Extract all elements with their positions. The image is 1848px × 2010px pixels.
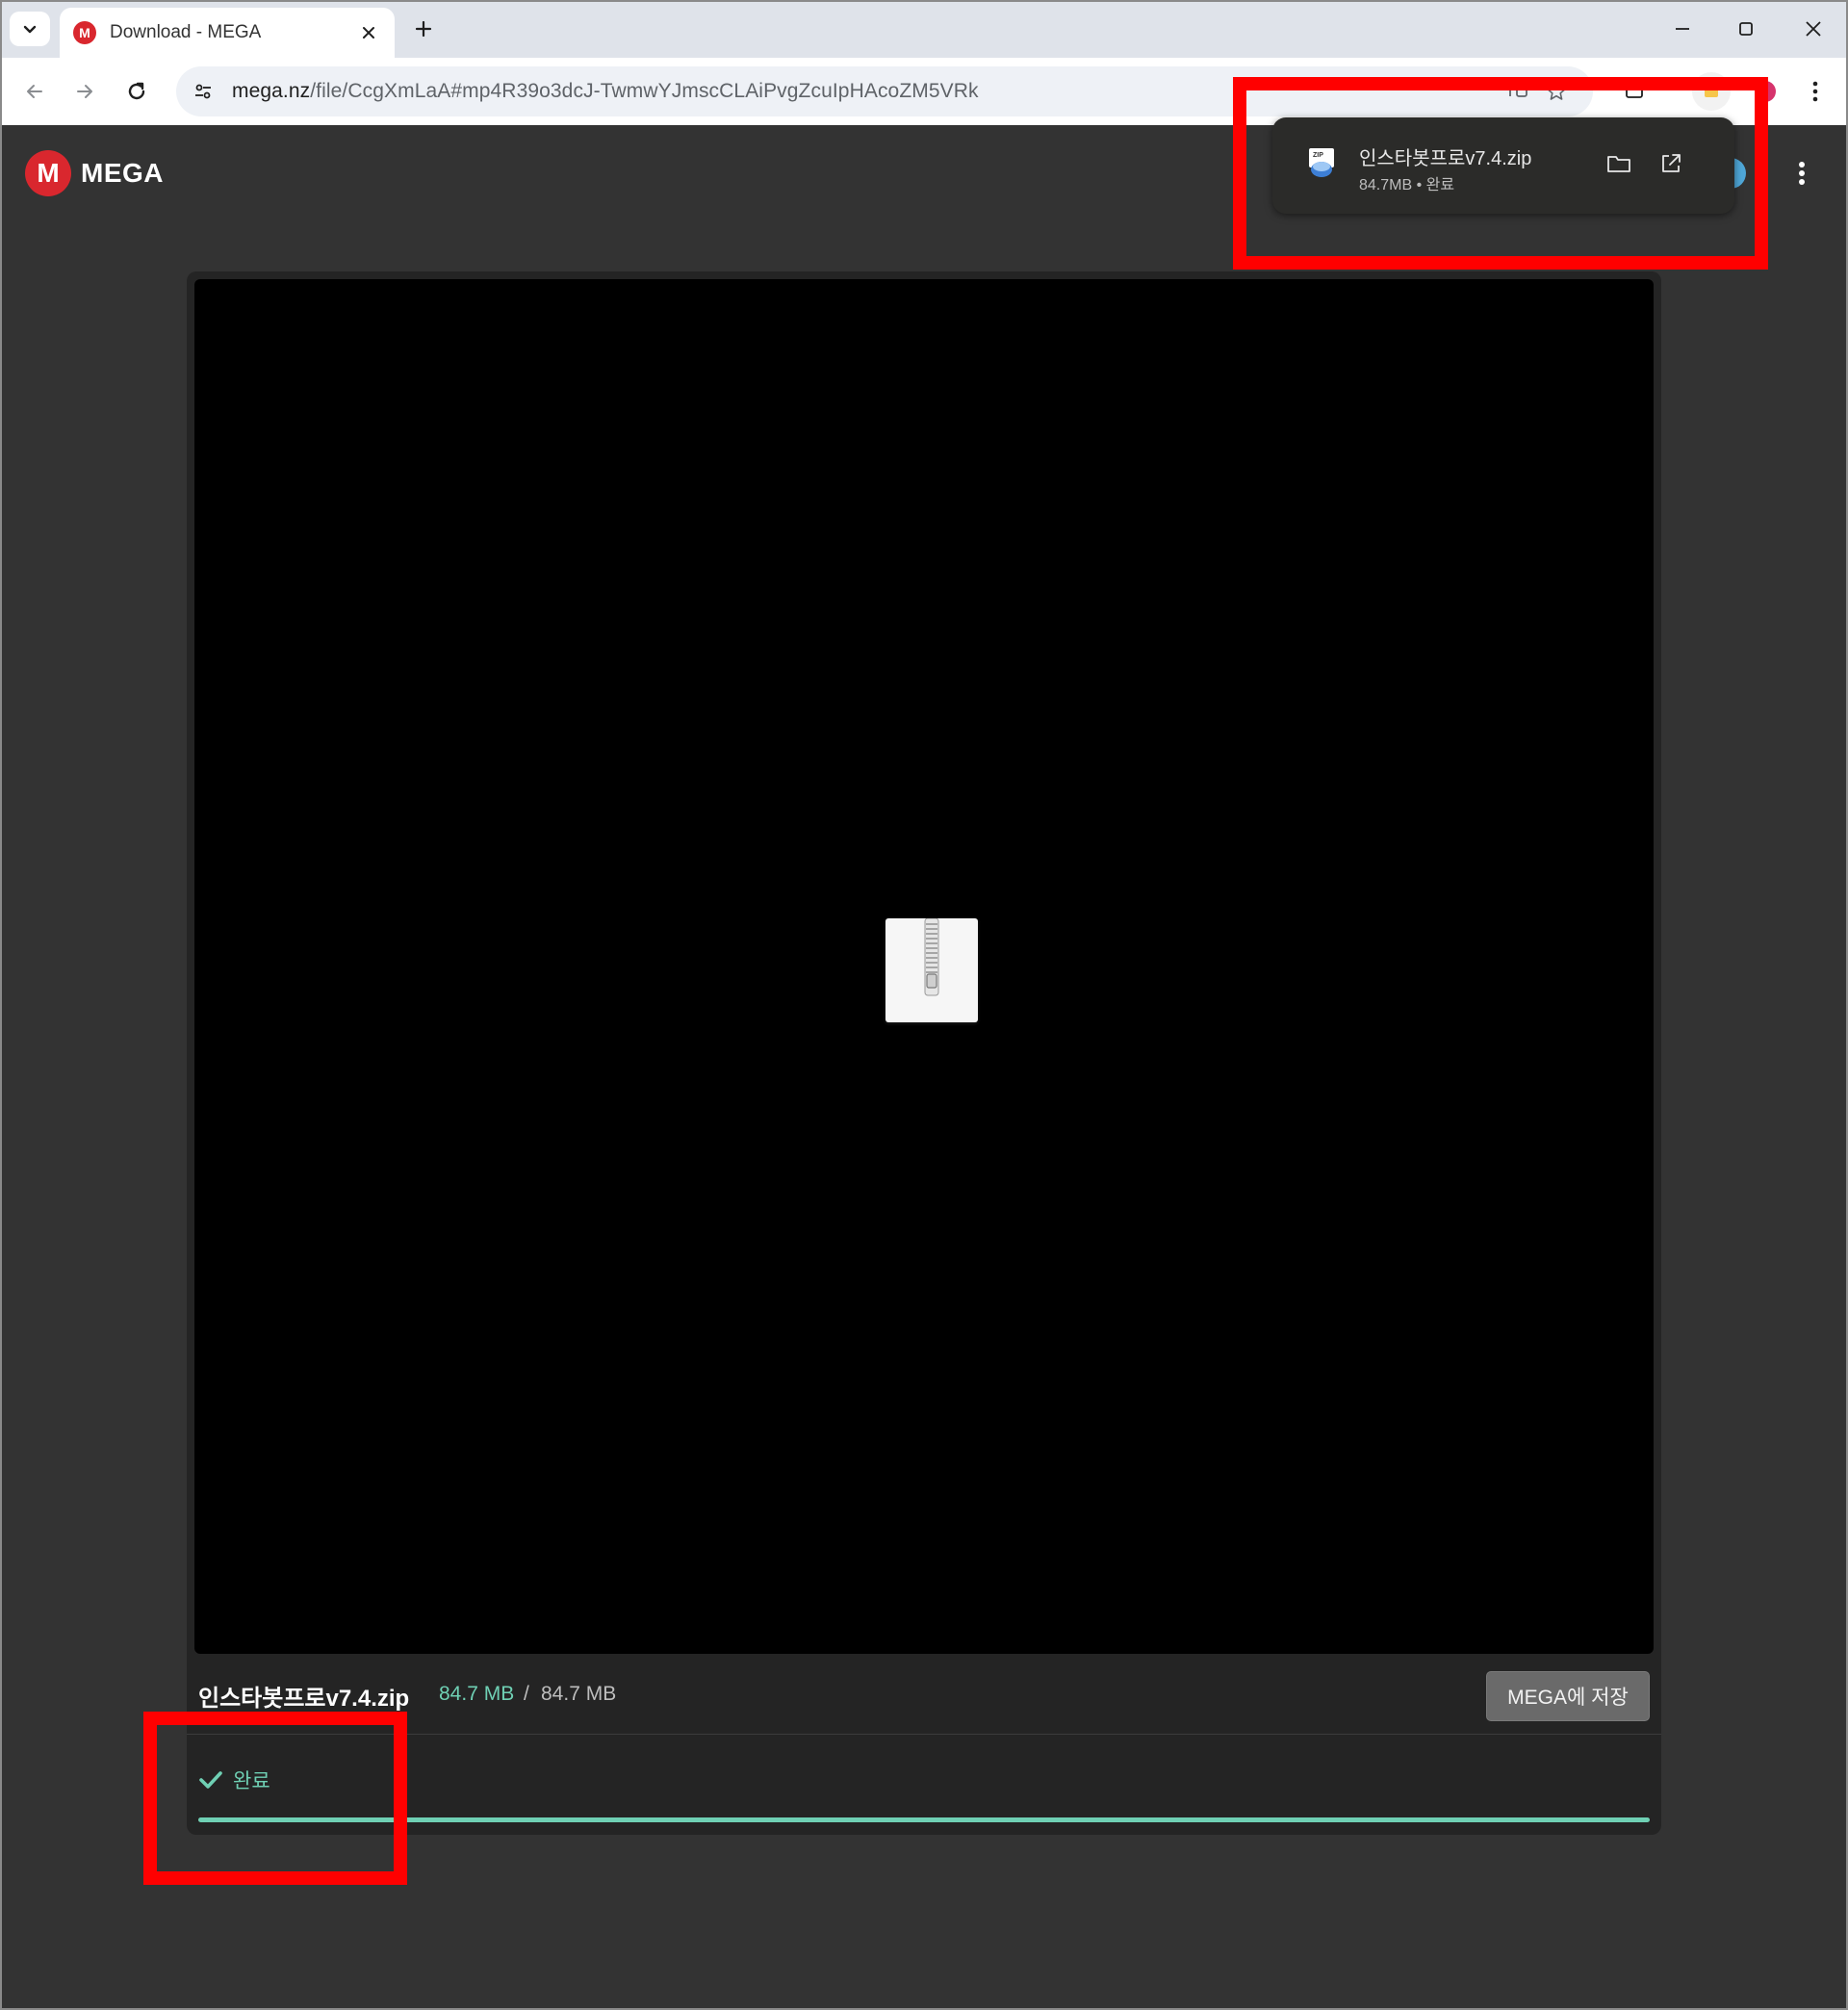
open-external-icon [1662, 154, 1681, 172]
mega-favicon-icon: M [73, 21, 96, 44]
mega-logo-text: MEGA [81, 158, 164, 188]
status-text: 완료 [233, 1770, 270, 1792]
mega-logo-icon: M [25, 150, 71, 196]
url-text[interactable]: mega.nz/file/CcgXmLaA#mp4R39o3dcJ-TwmwYJ… [232, 80, 979, 103]
window-icon [1626, 85, 1643, 98]
new-tab-button[interactable] [404, 12, 443, 46]
file-viewer: 인스타봇프로v7.4.zip 84.7 MB / 84.7 MB MEGA에 저… [187, 271, 1661, 1835]
file-preview [194, 279, 1654, 1654]
zip-file-icon [886, 917, 978, 1022]
zip-archive-icon-label: ZIP [1313, 152, 1323, 159]
download-progress-fill [198, 1817, 1650, 1822]
minimize-button[interactable] [1654, 6, 1711, 52]
chevron-down-icon [23, 25, 37, 34]
translate-button[interactable] [1502, 78, 1529, 105]
folder-icon [1607, 156, 1630, 172]
downloaded-size: 84.7 MB [439, 1683, 515, 1705]
url-host: mega.nz [232, 80, 311, 102]
arrow-right-icon [77, 85, 92, 98]
download-bubble: ZIP 인스타봇프로v7.4.zip 84.7MB • 완료 [1272, 117, 1734, 214]
file-info-bar: 인스타봇프로v7.4.zip 84.7 MB / 84.7 MB MEGA에 저… [187, 1654, 1661, 1735]
forward-button[interactable] [64, 70, 106, 113]
size-separator: / [524, 1683, 529, 1705]
extension-button[interactable] [1692, 72, 1731, 111]
check-icon [199, 1771, 222, 1789]
back-button[interactable] [13, 70, 56, 113]
save-to-mega-button[interactable]: MEGA에 저장 [1486, 1671, 1650, 1721]
maximize-button[interactable] [1717, 6, 1775, 52]
kebab-icon [1799, 162, 1805, 185]
close-icon [363, 27, 374, 39]
total-size: 84.7 MB [541, 1683, 617, 1705]
avatar-icon [1755, 81, 1776, 102]
plus-icon [415, 20, 432, 38]
reload-icon [128, 82, 145, 100]
tab-active[interactable]: M Download - MEGA [60, 8, 395, 58]
profile-button[interactable] [1746, 72, 1784, 111]
star-icon [1547, 82, 1566, 100]
download-status-text: 완료 [1425, 177, 1455, 193]
url-path: /file/CcgXmLaA#mp4R39o3dcJ-TwmwYJmscCLAi… [310, 80, 979, 102]
close-window-button[interactable] [1784, 6, 1842, 52]
download-file-meta: 84.7MB • 완료 [1359, 171, 1454, 194]
download-status: 완료 [198, 1765, 270, 1794]
mega-logo[interactable]: M MEGA [25, 150, 164, 196]
browser-menu-button[interactable] [1796, 72, 1835, 111]
mega-menu-button[interactable] [1784, 152, 1819, 194]
reload-button[interactable] [116, 70, 158, 113]
tune-icon [195, 84, 211, 99]
kebab-icon [1812, 81, 1818, 102]
tab-title: Download - MEGA [110, 22, 262, 42]
maximize-icon [1739, 22, 1753, 36]
download-file-size: 84.7MB [1359, 177, 1413, 193]
translate-icon [1505, 86, 1527, 97]
site-info-button[interactable] [184, 72, 222, 111]
tab-strip: M Download - MEGA [0, 0, 1848, 58]
zip-archive-icon: ZIP [1307, 146, 1336, 179]
file-name: 인스타봇프로v7.4.zip [198, 1686, 410, 1712]
bookmark-button[interactable] [1543, 78, 1570, 105]
minimize-icon [1676, 28, 1689, 30]
tab-search-button[interactable] [10, 12, 50, 46]
meta-bullet: • [1416, 177, 1423, 193]
tab-groups-button[interactable] [1615, 72, 1654, 111]
download-progress-bar [198, 1817, 1650, 1822]
browser-toolbar: mega.nz/file/CcgXmLaA#mp4R39o3dcJ-TwmwYJ… [0, 58, 1848, 125]
show-in-folder-button[interactable] [1600, 144, 1638, 183]
tab-close-button[interactable] [356, 20, 381, 45]
address-bar[interactable]: mega.nz/file/CcgXmLaA#mp4R39o3dcJ-TwmwYJ… [176, 66, 1593, 116]
extension-icon [1705, 87, 1718, 97]
open-file-button[interactable] [1652, 144, 1690, 183]
close-icon [1806, 21, 1821, 37]
arrow-left-icon [27, 85, 42, 98]
download-file-name[interactable]: 인스타봇프로v7.4.zip [1359, 142, 1531, 170]
